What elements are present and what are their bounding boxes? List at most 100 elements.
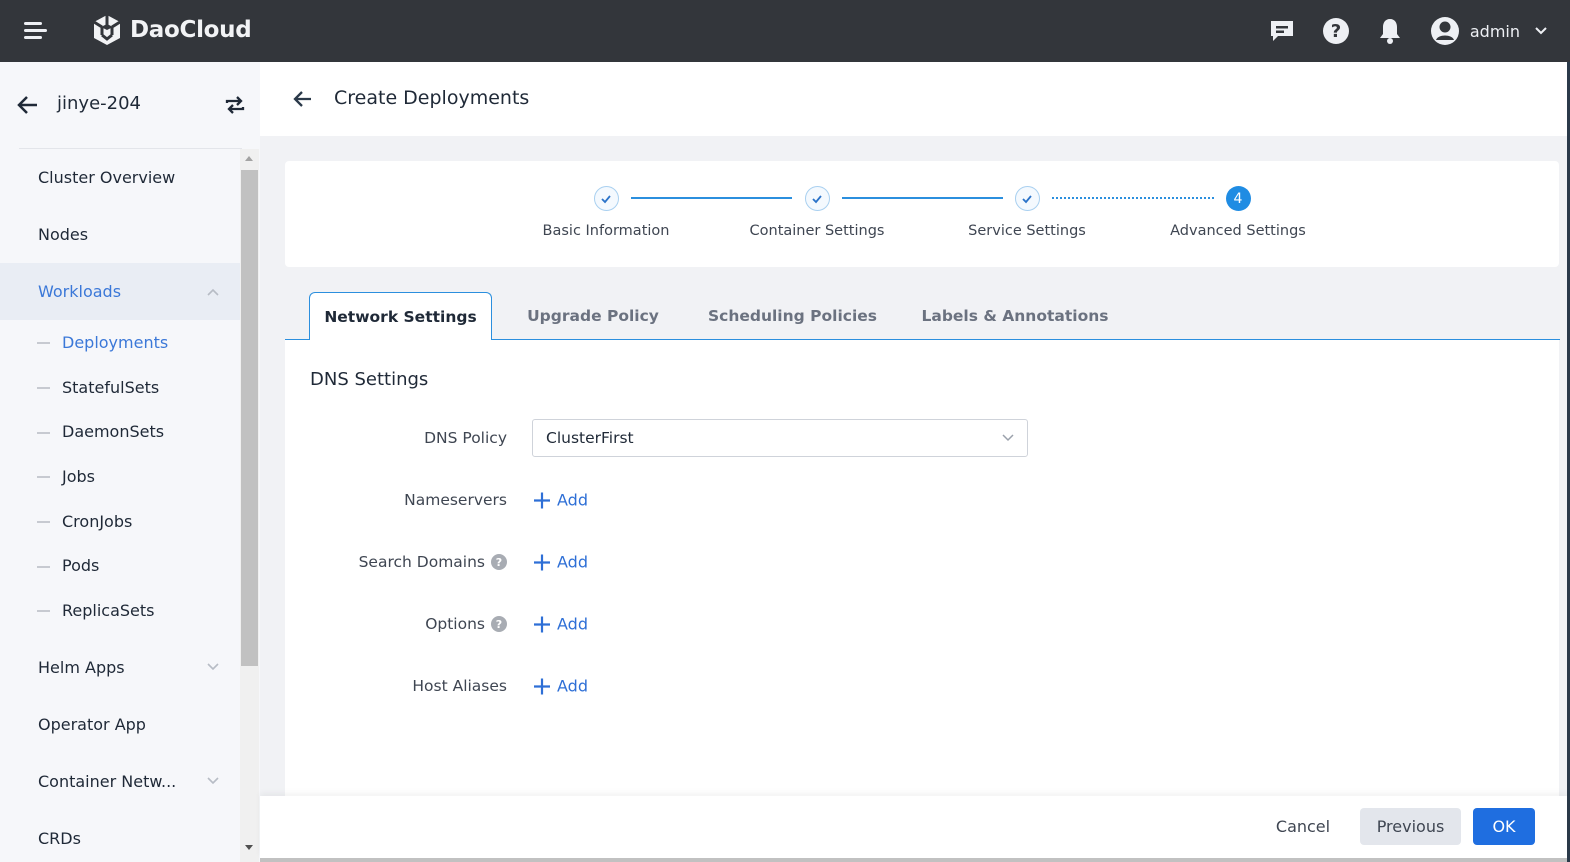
step-label: Advanced Settings [1170,223,1306,239]
add-label: Add [557,614,588,634]
sidebar-subitem-cronjobs[interactable]: CronJobs [0,499,240,544]
user-avatar-icon [1430,17,1459,45]
scroll-up-arrow-icon[interactable] [245,156,253,161]
sidebar-item-label: Helm Apps [38,657,125,677]
daocloud-logo-icon [93,15,121,45]
sidebar-item-label: Operator App [38,714,146,734]
step-basic-information: Basic Information [506,186,706,239]
horizontal-scrollbar[interactable] [260,858,1567,862]
page-title: Create Deployments [334,87,530,109]
plus-icon [534,554,550,570]
sidebar-item-operator-app[interactable]: Operator App [0,696,240,753]
sidebar-subitem-label: StatefulSets [62,377,160,397]
user-menu[interactable]: admin [1430,16,1548,46]
network-settings-panel: DNS Settings DNS Policy ClusterFirst Nam… [285,340,1559,796]
logo[interactable]: DaoCloud [90,13,252,47]
sidebar-item-label: Workloads [38,282,122,301]
add-host-alias-button[interactable]: Add [533,677,588,696]
step-label: Service Settings [968,223,1086,239]
chevron-down-icon [1535,27,1547,35]
sidebar-subitem-label: ReplicaSets [62,600,155,620]
host-aliases-label: Host Aliases [412,677,507,695]
check-icon [593,186,619,211]
menu-icon[interactable] [24,21,48,41]
dash-icon [37,565,50,568]
dns-policy-select[interactable]: ClusterFirst [532,419,1028,457]
help-circle-icon[interactable]: ? [491,554,507,570]
back-arrow-icon[interactable] [17,95,39,115]
sidebar-subitem-statefulsets[interactable]: StatefulSets [0,365,240,410]
dns-policy-value: ClusterFirst [546,429,634,447]
back-arrow-icon[interactable] [293,90,313,108]
help-icon[interactable]: ? [1322,17,1350,45]
dash-icon [37,476,50,479]
scrollbar-thumb[interactable] [241,170,258,666]
sidebar-item-cluster-overview[interactable]: Cluster Overview [0,149,240,206]
nameservers-label: Nameservers [404,491,507,509]
tab-labels-annotations[interactable]: Labels & Annotations [915,292,1115,340]
plus-icon [534,678,550,694]
step-advanced-settings: 4 Advanced Settings [1138,186,1338,239]
add-nameserver-button[interactable]: Add [533,491,588,510]
dash-icon [37,342,50,345]
nameservers-row: Nameservers Add [285,480,1559,520]
top-bar: DaoCloud ? admin [0,0,1570,62]
plus-icon [534,492,550,508]
add-option-button[interactable]: Add [533,615,588,634]
sidebar-item-label: Cluster Overview [38,168,176,187]
add-label: Add [557,490,588,510]
help-circle-icon[interactable]: ? [491,616,507,632]
user-name: admin [1469,21,1520,41]
sidebar: jinye-204 Cluster Overview Nodes Workloa… [0,62,260,862]
message-icon[interactable] [1268,17,1296,45]
tab-scheduling-policies[interactable]: Scheduling Policies [700,292,885,340]
sidebar-subitem-deployments[interactable]: Deployments [0,320,240,365]
sidebar-item-crds[interactable]: CRDs [0,810,240,862]
sidebar-subitem-daemonsets[interactable]: DaemonSets [0,409,240,454]
sidebar-subitem-label: Deployments [62,332,169,352]
tab-upgrade-policy[interactable]: Upgrade Policy [515,292,671,340]
step-label: Container Settings [749,223,885,239]
chevron-down-icon [1002,434,1014,442]
scroll-down-arrow-icon[interactable] [245,845,253,850]
dash-icon [37,610,50,613]
dns-policy-row: DNS Policy ClusterFirst [285,418,1559,458]
sidebar-item-workloads[interactable]: Workloads [0,263,240,320]
svg-text:?: ? [1331,21,1341,42]
cancel-button[interactable]: Cancel [1268,808,1338,845]
ok-button[interactable]: OK [1473,808,1535,845]
step-label: Basic Information [542,223,670,239]
dash-icon [37,521,50,524]
search-domains-row: Search Domains? Add [285,542,1559,582]
sidebar-subitem-label: CronJobs [62,511,133,531]
sidebar-scrollbar[interactable] [240,149,259,862]
tab-network-settings[interactable]: Network Settings [309,292,492,341]
tabs: Network Settings Upgrade Policy Scheduli… [285,292,1560,341]
previous-button[interactable]: Previous [1360,808,1461,845]
section-title: DNS Settings [310,369,429,390]
cluster-header: jinye-204 [0,62,260,148]
sidebar-item-nodes[interactable]: Nodes [0,206,240,263]
sidebar-subitem-label: Pods [62,556,100,576]
sidebar-item-label: Container Netw... [38,771,177,791]
sidebar-item-label: CRDs [38,828,81,848]
bell-icon[interactable] [1376,17,1404,45]
add-search-domain-button[interactable]: Add [533,553,588,572]
page-header: Create Deployments [260,62,1567,136]
sidebar-item-container-network[interactable]: Container Netw... [0,753,240,810]
sidebar-nav: Cluster Overview Nodes Workloads Deploym… [0,149,240,862]
sidebar-subitem-replicasets[interactable]: ReplicaSets [0,588,240,633]
dash-icon [37,387,50,390]
sidebar-item-label: Nodes [38,225,89,244]
add-label: Add [557,552,588,572]
dash-icon [37,431,50,434]
sidebar-item-helm-apps[interactable]: Helm Apps [0,639,240,696]
chevron-up-icon [207,288,219,296]
step-service-settings: Service Settings [927,186,1127,239]
sidebar-subitem-pods[interactable]: Pods [0,543,240,588]
host-aliases-row: Host Aliases Add [285,666,1559,706]
switch-cluster-icon[interactable] [224,95,246,115]
dns-policy-label: DNS Policy [424,429,507,447]
sidebar-subitem-jobs[interactable]: Jobs [0,454,240,499]
sidebar-subitem-label: Jobs [62,466,95,486]
